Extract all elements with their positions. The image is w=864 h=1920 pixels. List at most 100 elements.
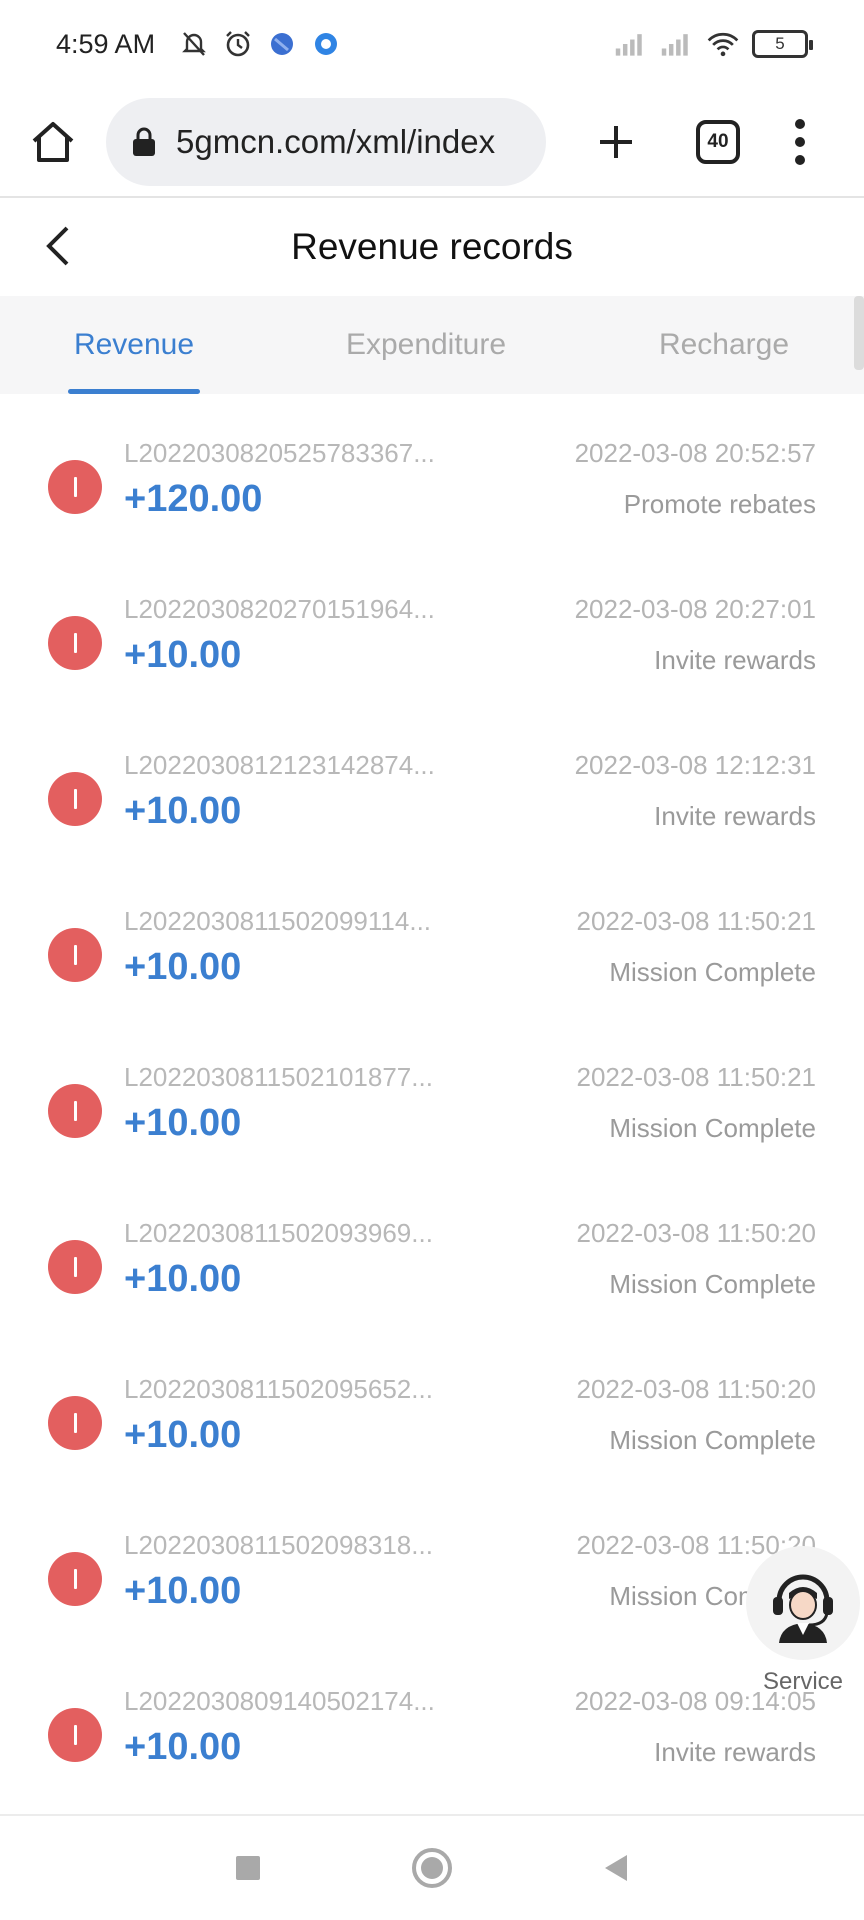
home-nav-button[interactable] — [402, 1838, 462, 1898]
scrollbar[interactable] — [854, 296, 864, 370]
tab-expenditure[interactable]: Expenditure — [268, 296, 584, 394]
record-type: Mission Complete — [609, 1269, 816, 1299]
record-type: Mission Complete — [609, 1425, 816, 1455]
recents-button[interactable] — [218, 1838, 278, 1898]
wifi-icon — [706, 27, 740, 61]
tab-label: Revenue — [73, 328, 195, 361]
status-right: 5 — [614, 27, 813, 61]
list-item[interactable]: L2022030811502098318... +10.00 2022-03-0… — [0, 1486, 864, 1642]
plus-icon — [600, 126, 632, 158]
triangle-back-icon — [605, 1855, 627, 1881]
tab-switcher-button[interactable]: 40 — [696, 120, 740, 164]
record-time: 2022-03-08 12:12:31 — [574, 750, 816, 780]
record-time: 2022-03-08 20:52:57 — [574, 438, 816, 468]
service-button[interactable]: Service — [742, 1546, 864, 1696]
alert-icon — [48, 1552, 102, 1606]
record-amount: +10.00 — [124, 634, 242, 676]
list-item[interactable]: L2022030809140502174... +10.00 2022-03-0… — [0, 1642, 864, 1798]
record-amount: +10.00 — [124, 790, 242, 832]
record-type: Mission Complete — [609, 1113, 816, 1143]
page-header: Revenue records — [0, 198, 864, 296]
status-bar: 4:59 AM 5 — [0, 0, 864, 88]
record-time: 2022-03-08 20:27:01 — [574, 594, 816, 624]
home-icon — [32, 122, 74, 162]
dot-icon — [795, 155, 805, 165]
record-time: 2022-03-08 11:50:21 — [576, 906, 817, 936]
service-label: Service — [762, 1668, 844, 1695]
alert-icon — [48, 772, 102, 826]
service-avatar — [746, 1546, 860, 1660]
record-amount: +10.00 — [124, 1258, 242, 1300]
dot-icon — [795, 119, 805, 129]
alert-icon — [48, 1708, 102, 1762]
new-tab-button[interactable] — [586, 112, 646, 172]
list-item[interactable]: L2022030811502095652... +10.00 2022-03-0… — [0, 1330, 864, 1486]
record-amount: +120.00 — [124, 478, 263, 520]
chevron-left-icon — [46, 226, 69, 266]
record-id: L2022030811502098318... — [124, 1530, 433, 1560]
tab-revenue[interactable]: Revenue — [0, 296, 268, 394]
alarm-icon — [221, 27, 255, 61]
app-icon-ring — [309, 27, 343, 61]
alert-icon — [48, 1084, 102, 1138]
record-amount: +10.00 — [124, 1570, 242, 1612]
circle-home-icon — [412, 1848, 452, 1888]
browser-toolbar: 5gmcn.com/xml/index 40 — [0, 88, 864, 196]
status-time: 4:59 AM — [56, 28, 156, 59]
record-amount: +10.00 — [124, 1102, 242, 1144]
tab-recharge[interactable]: Recharge — [584, 296, 864, 394]
record-amount: +10.00 — [124, 946, 242, 988]
alert-icon — [48, 460, 102, 514]
url-bar[interactable]: 5gmcn.com/xml/index — [106, 98, 546, 186]
dot-icon — [795, 137, 805, 147]
more-menu-button[interactable] — [790, 112, 810, 172]
record-type: Promote rebates — [623, 489, 816, 519]
status-left: 4:59 AM — [56, 27, 343, 61]
home-button[interactable] — [20, 109, 86, 175]
signal-icon — [660, 27, 694, 61]
lock-icon — [133, 127, 155, 156]
headset-agent-icon — [773, 1574, 833, 1643]
record-id: L2022030809140502174... — [124, 1686, 435, 1716]
url-text: 5gmcn.com/xml/index — [176, 123, 496, 160]
record-id: L2022030811502093969... — [124, 1218, 433, 1248]
tab-label: Expenditure — [345, 328, 507, 361]
list-item[interactable]: L2022030812123142874... +10.00 2022-03-0… — [0, 706, 864, 862]
record-id: L2022030811502101877... — [124, 1062, 433, 1092]
page-title: Revenue records — [291, 226, 573, 267]
back-button[interactable] — [30, 218, 86, 274]
list-item[interactable]: L2022030811502093969... +10.00 2022-03-0… — [0, 1174, 864, 1330]
tab-bar: Revenue Expenditure Recharge — [0, 296, 864, 394]
alert-icon — [48, 928, 102, 982]
app-icon-blue — [265, 27, 299, 61]
alert-icon — [48, 616, 102, 670]
record-amount: +10.00 — [124, 1414, 242, 1456]
record-type: Invite rewards — [654, 801, 816, 831]
list-item[interactable]: L2022030820525783367... +120.00 2022-03-… — [0, 394, 864, 550]
record-type: Invite rewards — [654, 645, 816, 675]
list-item[interactable]: L2022030811502101877... +10.00 2022-03-0… — [0, 1018, 864, 1174]
record-amount: +10.00 — [124, 1726, 242, 1768]
record-type: Invite rewards — [654, 1737, 816, 1767]
tab-label: Recharge — [658, 328, 790, 361]
status-icons-left — [177, 27, 343, 61]
list-item[interactable]: L2022030820270151964... +10.00 2022-03-0… — [0, 550, 864, 706]
record-type: Mission Complete — [609, 957, 816, 987]
battery-indicator: 5 — [752, 30, 813, 58]
record-id: L2022030820525783367... — [124, 438, 435, 468]
system-nav-bar — [0, 1816, 864, 1920]
record-time: 2022-03-08 11:50:20 — [576, 1218, 817, 1248]
back-nav-button[interactable] — [586, 1838, 646, 1898]
list-item[interactable]: L2022030811502099114... +10.00 2022-03-0… — [0, 862, 864, 1018]
record-id: L2022030811502099114... — [124, 906, 432, 936]
bell-off-icon — [177, 27, 211, 61]
record-id: L2022030811502095652... — [124, 1374, 433, 1404]
record-time: 2022-03-08 11:50:20 — [576, 1374, 817, 1404]
record-id: L2022030820270151964... — [124, 594, 435, 624]
alert-icon — [48, 1396, 102, 1450]
square-icon — [236, 1856, 260, 1880]
alert-icon — [48, 1240, 102, 1294]
record-id: L2022030812123142874... — [124, 750, 435, 780]
signal-icon — [614, 27, 648, 61]
record-time: 2022-03-08 11:50:21 — [576, 1062, 817, 1092]
